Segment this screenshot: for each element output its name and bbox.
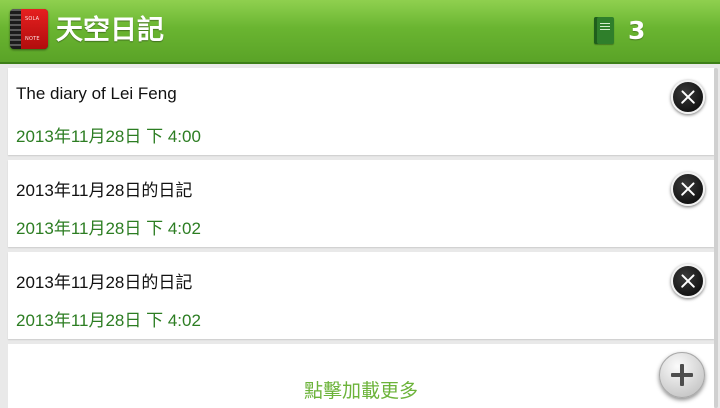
notebook-spine bbox=[10, 9, 21, 49]
load-more-area[interactable]: 點擊加載更多 bbox=[8, 344, 714, 408]
entry-date: 2013年11月28日 下 4:02 bbox=[16, 311, 201, 330]
diary-entry[interactable]: 2013年11月28日的日記 2013年11月28日 下 4:02 bbox=[8, 252, 714, 339]
entry-title: The diary of Lei Feng bbox=[16, 84, 177, 103]
diary-entry[interactable]: The diary of Lei Feng 2013年11月28日 下 4:00 bbox=[8, 68, 714, 155]
app-title: 天空日記 bbox=[56, 15, 164, 46]
book-icon[interactable] bbox=[594, 17, 614, 44]
entry-date: 2013年11月28日 下 4:00 bbox=[16, 127, 201, 146]
app-header: SOLA NOTE 天空日記 3 bbox=[0, 0, 720, 64]
diary-count[interactable]: 3 bbox=[628, 14, 645, 48]
add-circle-icon[interactable] bbox=[659, 352, 705, 398]
app-icon[interactable]: SOLA NOTE bbox=[10, 9, 48, 49]
book-label bbox=[600, 23, 610, 30]
entry-title: 2013年11月28日的日記 bbox=[16, 273, 193, 292]
close-circle-icon[interactable] bbox=[671, 172, 705, 206]
notebook-cover bbox=[21, 9, 48, 49]
load-more-label[interactable]: 點擊加載更多 bbox=[8, 376, 714, 403]
entry-date: 2013年11月28日 下 4:02 bbox=[16, 219, 201, 238]
close-circle-icon[interactable] bbox=[671, 264, 705, 298]
close-circle-icon[interactable] bbox=[671, 80, 705, 114]
entry-title: 2013年11月28日的日記 bbox=[16, 181, 193, 200]
scrollbar[interactable] bbox=[714, 68, 718, 408]
app-icon-text-bottom: NOTE bbox=[25, 36, 40, 42]
diary-entry[interactable]: 2013年11月28日的日記 2013年11月28日 下 4:02 bbox=[8, 160, 714, 247]
app-icon-text-top: SOLA bbox=[25, 16, 40, 22]
